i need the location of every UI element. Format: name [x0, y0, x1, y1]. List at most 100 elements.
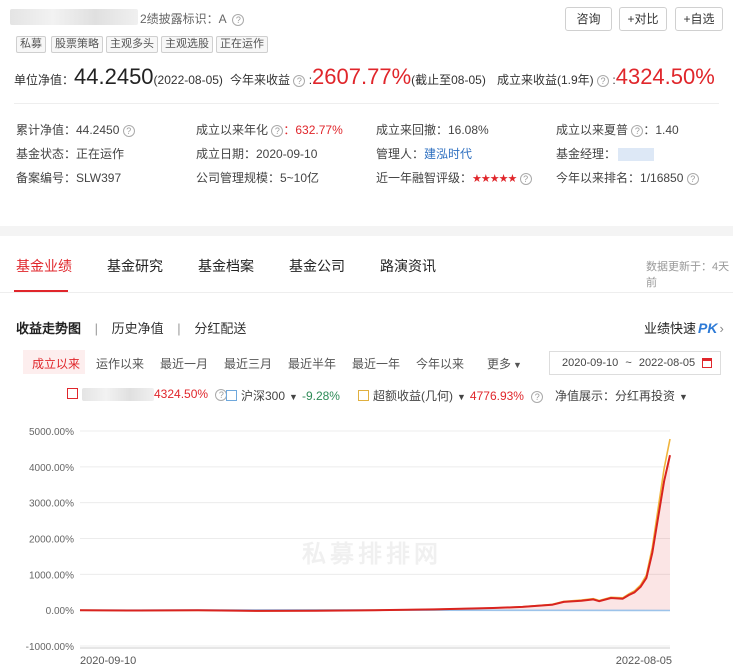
subtab-history-nav[interactable]: 历史净值: [112, 321, 164, 336]
inception-date: 成立日期：2020-09-10: [196, 147, 318, 161]
tab-research[interactable]: 基金研究: [107, 256, 163, 276]
date-range-picker[interactable]: 2020-09-10 ~ 2022-08-05: [549, 351, 721, 375]
disclosure-label: 2绩披露标识：A ?: [140, 10, 245, 27]
range-since-operation[interactable]: 运作以来: [96, 355, 144, 372]
caret-down-icon: ▼: [289, 392, 298, 402]
tab-roadshow[interactable]: 路演资讯: [380, 256, 436, 276]
excess-line: [79, 438, 671, 612]
cumulative-nav: 累计净值：44.2450 ?: [16, 121, 135, 138]
subtab-trend[interactable]: 收益走势图: [16, 321, 81, 336]
tab-profile[interactable]: 基金档案: [198, 256, 254, 276]
range-ytd[interactable]: 今年以来: [416, 355, 464, 372]
fund-line: [79, 454, 671, 612]
annualized-value: ：632.77%: [283, 123, 343, 137]
compare-button[interactable]: +对比: [619, 7, 667, 31]
performance-chart: 5000.00% 4000.00% 3000.00% 2000.00% 1000.00%…: [26, 427, 672, 667]
quick-compare[interactable]: 业绩快速 PK ›: [644, 318, 724, 337]
annualized-return: 成立以来年化 ? ：632.77%: [196, 121, 343, 138]
caret-down-icon: ▼: [457, 392, 466, 402]
subtab-sep: |: [177, 321, 181, 336]
y-tick-label: 5000.00%: [29, 427, 74, 438]
x-tick-label: 2022-08-05: [616, 655, 672, 667]
subtab-dividend[interactable]: 分红配送: [194, 321, 246, 336]
help-icon[interactable]: ?: [531, 390, 544, 403]
tab-company[interactable]: 基金公司: [289, 256, 345, 276]
help-icon[interactable]: ?: [631, 124, 644, 137]
ytd-summary: 今年来收益 ? :2607.77%(截止至08-05): [230, 64, 486, 90]
disclosure-text: 2绩披露标识：A: [140, 12, 227, 26]
fund-name-redacted: [10, 9, 138, 25]
help-icon[interactable]: ?: [271, 124, 284, 137]
checkbox-icon[interactable]: [358, 390, 369, 402]
checkbox-icon[interactable]: [226, 390, 237, 402]
date-to: 2022-08-05: [638, 357, 696, 369]
calendar-icon: [702, 358, 712, 368]
legend-excess-name: 超额收益(几何): [373, 389, 453, 403]
date-from: 2020-09-10: [562, 357, 619, 369]
display-mode[interactable]: 净值展示：分红再投资 ▼: [555, 387, 688, 404]
range-6m[interactable]: 最近半年: [288, 355, 336, 372]
nav-summary: 单位净值：44.2450(2022-08-05): [14, 64, 223, 90]
legend-fund-name-redacted: [82, 388, 154, 402]
help-icon[interactable]: ?: [519, 172, 532, 185]
y-tick-label: -1000.00%: [26, 642, 74, 653]
ytd-value: 2607.77%: [312, 64, 412, 89]
rank-label: 今年以来排名：: [556, 171, 641, 185]
tab-performance[interactable]: 基金业绩: [16, 256, 72, 276]
update-note: 数据更新于：4天前: [646, 261, 730, 289]
manager: 管理人：建泓时代: [376, 145, 472, 162]
subtab-sep: |: [94, 321, 99, 336]
fund-manager-label: 基金经理：: [556, 147, 617, 161]
x-tick-label: 2020-09-10: [80, 655, 136, 667]
nav-value: 44.2450: [74, 64, 154, 89]
range-since-inception[interactable]: 成立以来: [32, 355, 80, 372]
legend-fund-value: 4324.50%: [154, 387, 209, 401]
nav-date: (2022-08-05): [153, 73, 223, 87]
fund-status: 基金状态：正在运作: [16, 147, 125, 161]
display-mode-label: 净值展示：分红再投资: [555, 389, 676, 403]
legend-index-value: -9.28%: [301, 389, 340, 403]
subtabs: 收益走势图 | 历史净值 | 分红配送: [16, 318, 246, 337]
divider: [14, 103, 719, 104]
fund-area-fill: [80, 455, 670, 611]
caret-down-icon: ▼: [513, 360, 522, 370]
range-1y[interactable]: 最近一年: [352, 355, 400, 372]
pk-label: PK: [698, 320, 718, 336]
watermark: 私募排排网: [302, 541, 442, 568]
rating-stars: ★★★★★: [472, 173, 517, 185]
help-icon[interactable]: ?: [597, 74, 610, 87]
since-value: 4324.50%: [615, 64, 715, 89]
annualized-label: 成立以来年化: [196, 123, 269, 137]
y-tick-label: 2000.00%: [29, 535, 74, 546]
help-icon[interactable]: ?: [686, 172, 699, 185]
manager-link[interactable]: 建泓时代: [424, 147, 472, 161]
help-icon[interactable]: ?: [293, 74, 306, 87]
company-scale: 公司管理规模：5~10亿: [196, 171, 320, 185]
range-more[interactable]: 更多 ▼: [487, 355, 522, 372]
tag-strategy: 股票策略: [51, 36, 103, 53]
ytd-label: 今年来收益: [230, 73, 291, 87]
help-icon[interactable]: ?: [232, 13, 245, 26]
legend-fund[interactable]: 4324.50% ?: [67, 387, 228, 402]
watchlist-button[interactable]: +自选: [675, 7, 723, 31]
caret-down-icon: ▼: [679, 392, 688, 402]
range-more-label: 更多: [487, 357, 512, 371]
quick-compare-label: 业绩快速: [644, 321, 697, 336]
legend-excess-value: 4776.93%: [469, 389, 524, 403]
legend-excess[interactable]: 超额收益(几何) ▼ 4776.93% ?: [358, 387, 544, 404]
tag-status: 正在运作: [216, 36, 268, 53]
help-icon[interactable]: ?: [122, 124, 135, 137]
since-label: 成立来收益(1.9年): [497, 73, 594, 87]
rating: 近一年融智评级：★★★★★ ?: [376, 169, 532, 186]
consult-button[interactable]: 咨询: [565, 7, 612, 31]
legend-index-name: 沪深300: [241, 389, 286, 403]
legend-index[interactable]: 沪深300 ▼ -9.28%: [226, 387, 340, 404]
chevron-right-icon: ›: [719, 321, 724, 336]
sharpe-ratio: 成立以来夏普 ? ：1.40: [556, 121, 679, 138]
since-summary: 成立来收益(1.9年) ? :4324.50%: [497, 64, 715, 90]
checkbox-icon[interactable]: [67, 388, 78, 400]
tag-long: 主观多头: [106, 36, 158, 53]
y-tick-label: 3000.00%: [29, 499, 74, 510]
range-3m[interactable]: 最近三月: [224, 355, 272, 372]
range-1m[interactable]: 最近一月: [160, 355, 208, 372]
